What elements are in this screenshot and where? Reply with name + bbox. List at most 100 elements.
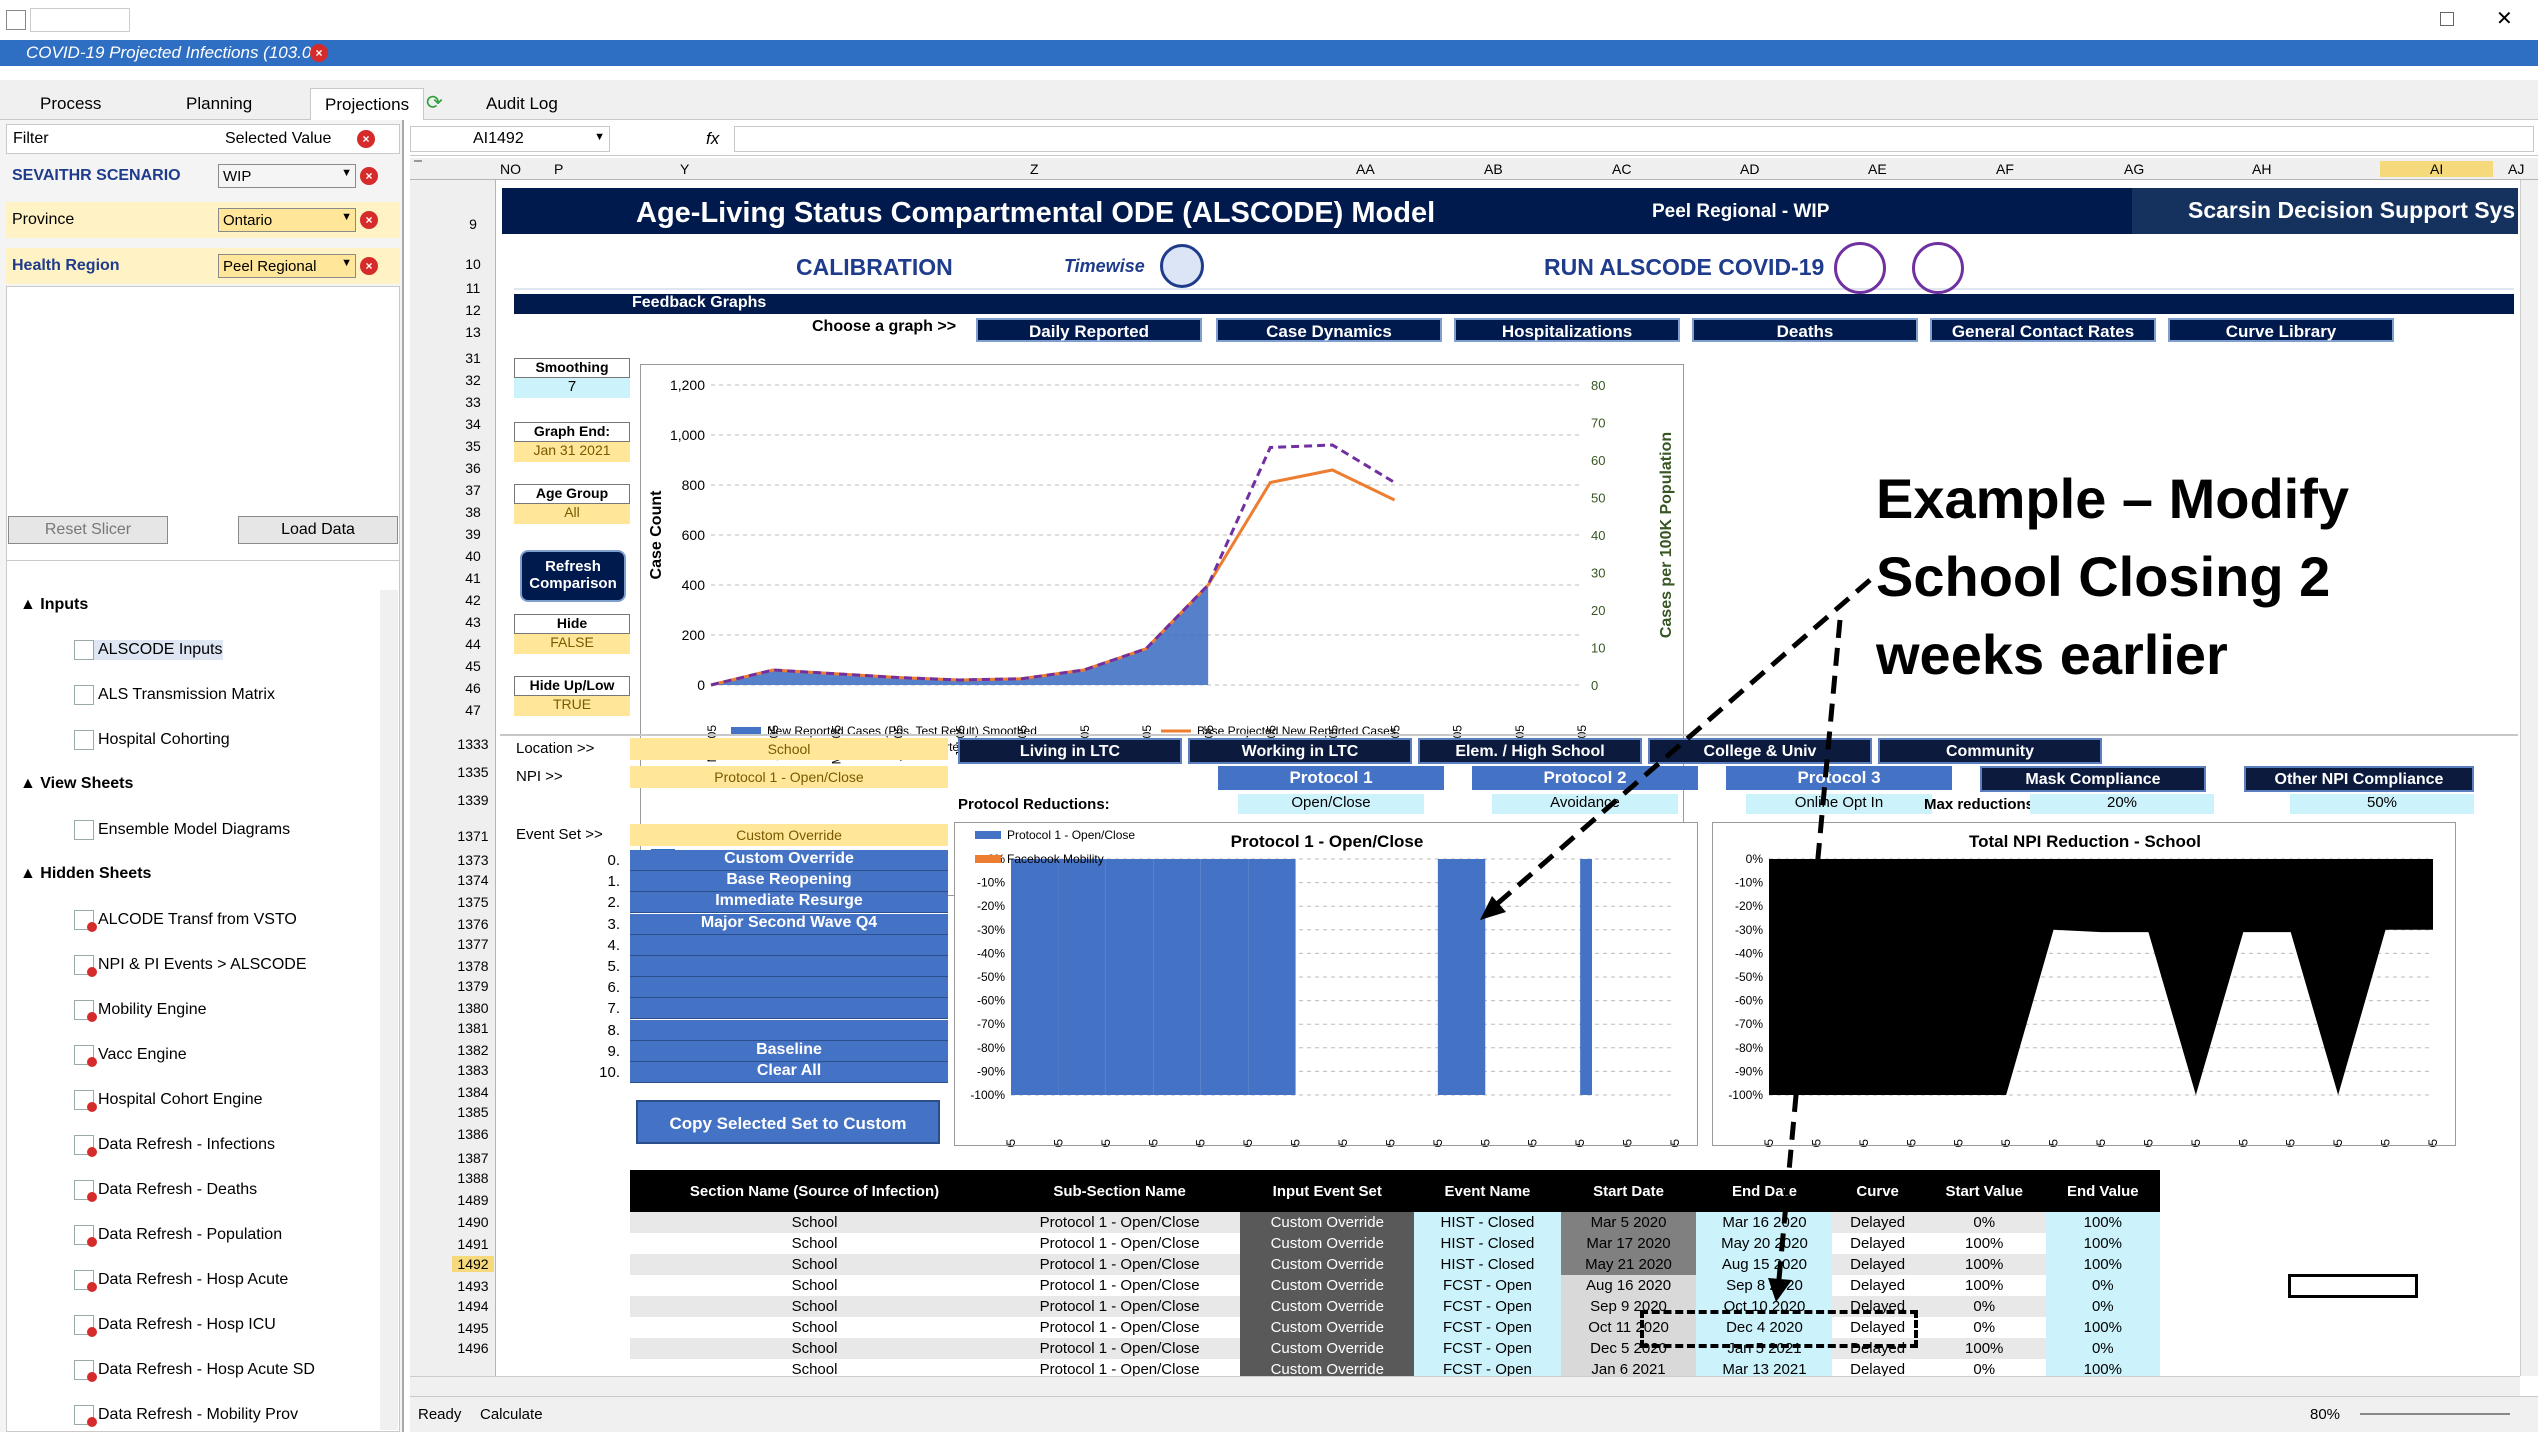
- refresh-comparison-button[interactable]: Refresh Comparison: [520, 550, 626, 602]
- clear-all-icon[interactable]: ×: [357, 130, 375, 148]
- row-header[interactable]: 35: [452, 438, 494, 454]
- tab-projections[interactable]: Projections: [310, 88, 425, 120]
- row-header[interactable]: 1382: [452, 1042, 494, 1058]
- column-header[interactable]: AG: [2124, 161, 2144, 177]
- graph-button-general-contact-rates[interactable]: General Contact Rates: [1930, 318, 2156, 342]
- calibration-link[interactable]: CALIBRATION: [796, 254, 953, 281]
- compare-icon[interactable]: [1912, 242, 1964, 294]
- event-set-item[interactable]: Base Reopening: [630, 871, 948, 893]
- table-cell[interactable]: Custom Override: [1240, 1275, 1415, 1296]
- table-row[interactable]: School Protocol 1 - Open/Close Custom Over…: [630, 1275, 2160, 1296]
- table-cell[interactable]: Protocol 1 - Open/Close: [999, 1275, 1241, 1296]
- table-cell[interactable]: 0%: [1922, 1317, 2046, 1338]
- graph-button-daily-reported[interactable]: Daily Reported: [976, 318, 1202, 342]
- row-header[interactable]: 9: [452, 216, 494, 232]
- row-header[interactable]: 33: [452, 394, 494, 410]
- row-header[interactable]: 1491: [452, 1236, 494, 1252]
- table-cell[interactable]: Custom Override: [1240, 1254, 1415, 1275]
- outline-level-1[interactable]: [414, 160, 422, 162]
- table-cell[interactable]: 100%: [2045, 1233, 2160, 1254]
- table-row[interactable]: School Protocol 1 - Open/Close Custom Over…: [630, 1317, 2160, 1338]
- table-cell[interactable]: 0%: [2045, 1338, 2160, 1359]
- row-header[interactable]: 1339: [452, 792, 494, 808]
- event-set-item[interactable]: [630, 934, 948, 956]
- refresh-icon[interactable]: ⟳: [426, 90, 443, 115]
- table-row[interactable]: School Protocol 1 - Open/Close Custom Over…: [630, 1233, 2160, 1254]
- table-cell[interactable]: 100%: [1922, 1338, 2046, 1359]
- row-header[interactable]: 42: [452, 592, 494, 608]
- row-header[interactable]: 1489: [452, 1192, 494, 1208]
- clear-region-icon[interactable]: ×: [360, 257, 378, 275]
- event-set-item[interactable]: [630, 998, 948, 1020]
- health-region-select[interactable]: Peel Regional ▼: [218, 254, 356, 278]
- title-input[interactable]: [30, 8, 130, 32]
- column-header[interactable]: AD: [1740, 161, 1759, 177]
- npi-value[interactable]: Protocol 1 - Open/Close: [630, 766, 948, 788]
- column-header[interactable]: Z: [1030, 161, 1039, 177]
- row-header[interactable]: 1333: [452, 736, 494, 752]
- tab-audit-log[interactable]: Audit Log: [472, 88, 572, 120]
- timewise-target-icon[interactable]: [1160, 244, 1204, 288]
- tree-item[interactable]: Data Refresh - Infections: [74, 1135, 275, 1157]
- zoom-level[interactable]: 80%: [2310, 1406, 2340, 1423]
- graph-button-case-dynamics[interactable]: Case Dynamics: [1216, 318, 1442, 342]
- table-cell[interactable]: School: [630, 1275, 1000, 1296]
- row-header[interactable]: 41: [452, 570, 494, 586]
- row-header[interactable]: 1376: [452, 916, 494, 932]
- row-header[interactable]: 1384: [452, 1084, 494, 1100]
- table-cell[interactable]: Protocol 1 - Open/Close: [999, 1212, 1241, 1233]
- table-cell[interactable]: School: [630, 1296, 1000, 1317]
- formula-input[interactable]: [734, 126, 2534, 152]
- row-header[interactable]: 1381: [452, 1020, 494, 1036]
- row-header[interactable]: 1374: [452, 872, 494, 888]
- row-header[interactable]: 1387: [452, 1150, 494, 1166]
- row-header[interactable]: 1495: [452, 1320, 494, 1336]
- tree-scrollbar[interactable]: [380, 590, 398, 1430]
- column-header[interactable]: AA: [1356, 161, 1375, 177]
- tree-item[interactable]: Data Refresh - Deaths: [74, 1180, 257, 1202]
- tree-item[interactable]: Mobility Engine: [74, 1000, 207, 1022]
- hide-comparison-value[interactable]: FALSE: [514, 634, 630, 654]
- tree-item[interactable]: Data Refresh - Hosp Acute: [74, 1270, 288, 1292]
- row-header[interactable]: 36: [452, 460, 494, 476]
- row-header[interactable]: 1383: [452, 1062, 494, 1078]
- tree-item[interactable]: Hospital Cohort Engine: [74, 1090, 263, 1112]
- row-header[interactable]: 34: [452, 416, 494, 432]
- tree-item[interactable]: Hospital Cohorting: [74, 730, 230, 750]
- province-select[interactable]: Ontario ▼: [218, 208, 356, 232]
- clear-scenario-icon[interactable]: ×: [360, 167, 378, 185]
- column-header[interactable]: AB: [1484, 161, 1503, 177]
- run-icon[interactable]: [1834, 242, 1886, 294]
- event-set-item[interactable]: Baseline: [630, 1040, 948, 1062]
- tree-item[interactable]: ALSCODE Inputs: [74, 640, 223, 660]
- table-cell[interactable]: 100%: [2045, 1254, 2160, 1275]
- row-header[interactable]: 46: [452, 680, 494, 696]
- row-header[interactable]: 1385: [452, 1104, 494, 1120]
- scenario-select[interactable]: WIP ▼: [218, 164, 356, 188]
- run-alscode-button[interactable]: RUN ALSCODE COVID-19: [1544, 254, 1824, 281]
- table-cell[interactable]: 0%: [2045, 1275, 2160, 1296]
- table-row[interactable]: School Protocol 1 - Open/Close Custom Over…: [630, 1254, 2160, 1275]
- smoothing-value[interactable]: 7: [514, 378, 630, 398]
- row-header[interactable]: 11: [452, 280, 494, 296]
- graph-end-value[interactable]: Jan 31 2021: [514, 442, 630, 462]
- graph-button-deaths[interactable]: Deaths: [1692, 318, 1918, 342]
- table-cell[interactable]: School: [630, 1338, 1000, 1359]
- row-header[interactable]: 1377: [452, 936, 494, 952]
- row-header[interactable]: 39: [452, 526, 494, 542]
- column-header[interactable]: AE: [1868, 161, 1887, 177]
- event-set-item[interactable]: [630, 1019, 948, 1041]
- tree-item[interactable]: Vacc Engine: [74, 1045, 187, 1067]
- tree-item[interactable]: Data Refresh - Hosp Acute SD: [74, 1360, 315, 1382]
- row-header[interactable]: 10: [452, 256, 494, 272]
- row-header[interactable]: 1388: [452, 1170, 494, 1186]
- column-header[interactable]: P: [554, 161, 563, 177]
- row-header[interactable]: 1496: [452, 1340, 494, 1356]
- row-header[interactable]: 1379: [452, 978, 494, 994]
- column-header[interactable]: AJ: [2508, 161, 2524, 177]
- close-doc-icon[interactable]: ×: [310, 44, 328, 62]
- row-header[interactable]: 1375: [452, 894, 494, 910]
- event-set-item[interactable]: Immediate Resurge: [630, 892, 948, 914]
- table-cell[interactable]: Protocol 1 - Open/Close: [999, 1233, 1241, 1254]
- column-header[interactable]: AI: [2380, 161, 2494, 177]
